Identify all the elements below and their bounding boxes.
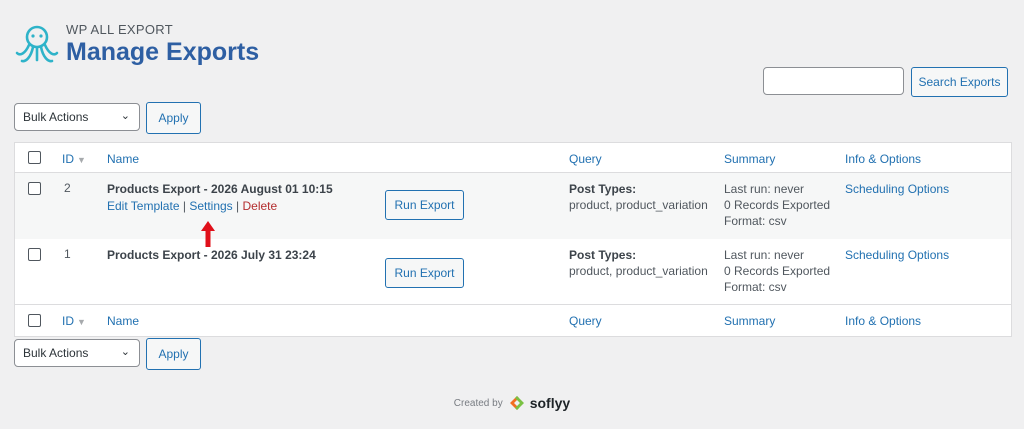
summary-last-run: Last run: never bbox=[724, 248, 805, 262]
run-export-button[interactable]: Run Export bbox=[385, 258, 464, 288]
table-row: 1 Products Export - 2026 July 31 23:24 R… bbox=[15, 239, 1011, 305]
chevron-down-icon: ⌄ bbox=[120, 346, 130, 358]
summary-format: Format: csv bbox=[724, 280, 787, 294]
summary-cell: Last run: never 0 Records Exported Forma… bbox=[724, 181, 830, 229]
table-footer-row: ID ▼ Name Query Summary Info & Options bbox=[15, 305, 1011, 337]
summary-cell: Last run: never 0 Records Exported Forma… bbox=[724, 247, 830, 295]
column-name[interactable]: Name bbox=[107, 313, 139, 329]
soflyy-logo-icon bbox=[509, 396, 524, 410]
row-checkbox[interactable] bbox=[28, 248, 41, 261]
row-id: 1 bbox=[64, 247, 71, 261]
sort-arrow-icon: ▼ bbox=[77, 155, 86, 165]
sort-arrow-icon: ▼ bbox=[77, 317, 86, 327]
summary-records: 0 Records Exported bbox=[724, 198, 831, 212]
bulk-actions-selected: Bulk Actions bbox=[23, 346, 89, 360]
column-info-options[interactable]: Info & Options bbox=[845, 313, 921, 329]
table-header-row: ID ▼ Name Query Summary Info & Options bbox=[15, 143, 1011, 173]
query-value: product, product_variation bbox=[569, 264, 708, 278]
red-arrow-up-icon bbox=[201, 221, 215, 247]
created-by-text: Created by bbox=[453, 397, 503, 409]
column-query[interactable]: Query bbox=[569, 313, 602, 329]
bulk-actions-selected: Bulk Actions bbox=[23, 110, 89, 124]
query-cell: Post Types: product, product_variation bbox=[569, 247, 708, 279]
query-label: Post Types: bbox=[569, 182, 637, 196]
search-input[interactable] bbox=[763, 67, 904, 95]
summary-last-run: Last run: never bbox=[724, 182, 805, 196]
bulk-actions-select-bottom[interactable]: Bulk Actions ⌄ bbox=[14, 339, 140, 367]
apply-button-top[interactable]: Apply bbox=[146, 102, 201, 134]
search-exports-button[interactable]: Search Exports bbox=[911, 67, 1008, 97]
column-summary[interactable]: Summary bbox=[724, 313, 775, 329]
summary-format: Format: csv bbox=[724, 214, 787, 228]
bulk-actions-select-top[interactable]: Bulk Actions ⌄ bbox=[14, 103, 140, 131]
export-name: Products Export - 2026 August 01 10:15 bbox=[107, 182, 333, 196]
export-name: Products Export - 2026 July 31 23:24 bbox=[107, 248, 316, 262]
column-info-options[interactable]: Info & Options bbox=[845, 151, 921, 167]
column-id[interactable]: ID ▼ bbox=[62, 151, 86, 168]
select-all-checkbox[interactable] bbox=[28, 314, 41, 327]
chevron-down-icon: ⌄ bbox=[120, 110, 130, 122]
row-id: 2 bbox=[64, 181, 71, 195]
query-cell: Post Types: product, product_variation bbox=[569, 181, 708, 213]
octopus-logo-icon bbox=[15, 25, 59, 63]
brand-name: WP ALL EXPORT bbox=[66, 22, 173, 37]
page-header: WP ALL EXPORT Manage Exports bbox=[14, 16, 259, 74]
exports-table: ID ▼ Name Query Summary Info & Options 2 … bbox=[14, 142, 1012, 337]
summary-records: 0 Records Exported bbox=[724, 264, 831, 278]
edit-template-link[interactable]: Edit Template bbox=[107, 199, 180, 213]
column-name[interactable]: Name bbox=[107, 151, 139, 167]
row-checkbox[interactable] bbox=[28, 182, 41, 195]
run-export-button[interactable]: Run Export bbox=[385, 190, 464, 220]
soflyy-company-name[interactable]: soflyy bbox=[530, 395, 570, 411]
scheduling-options-link[interactable]: Scheduling Options bbox=[845, 181, 949, 197]
settings-link[interactable]: Settings bbox=[189, 199, 232, 213]
query-value: product, product_variation bbox=[569, 198, 708, 212]
scheduling-options-link[interactable]: Scheduling Options bbox=[845, 247, 949, 263]
page-frame: WP ALL EXPORT Manage Exports Search Expo… bbox=[6, 6, 1018, 422]
column-summary[interactable]: Summary bbox=[724, 151, 775, 167]
row-actions: Edit Template | Settings | Delete bbox=[107, 199, 278, 213]
query-label: Post Types: bbox=[569, 248, 637, 262]
select-all-checkbox[interactable] bbox=[28, 151, 41, 164]
delete-link[interactable]: Delete bbox=[242, 199, 277, 213]
table-row: 2 Products Export - 2026 August 01 10:15… bbox=[15, 173, 1011, 239]
apply-button-bottom[interactable]: Apply bbox=[146, 338, 201, 370]
page-title: Manage Exports bbox=[66, 38, 260, 66]
footer-credit: Created by soflyy bbox=[6, 394, 1018, 412]
column-id[interactable]: ID ▼ bbox=[62, 313, 86, 330]
column-query[interactable]: Query bbox=[569, 151, 602, 167]
